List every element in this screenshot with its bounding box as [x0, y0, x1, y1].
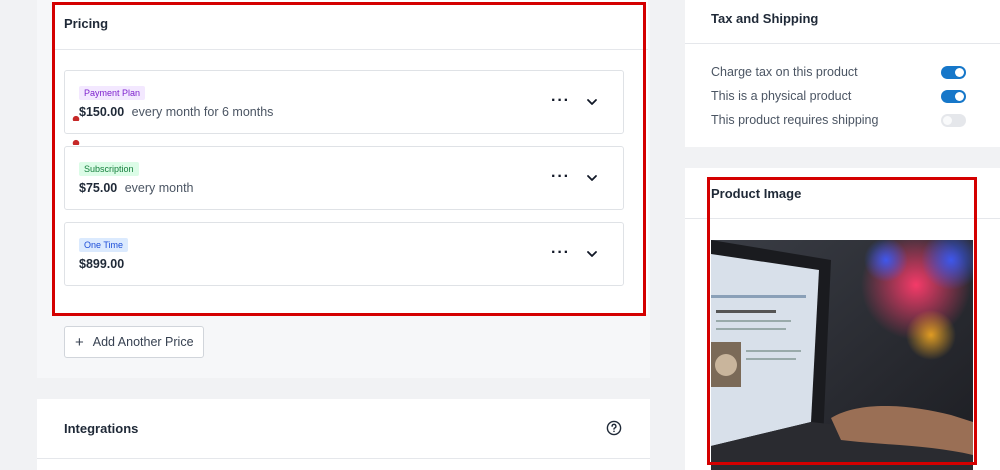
more-horizontal-icon[interactable]: ··· [551, 245, 570, 261]
plus-icon: + [75, 333, 84, 351]
drag-handle-icon[interactable] [72, 139, 80, 145]
option-requires-shipping: This product requires shipping [711, 113, 971, 129]
option-label: This product requires shipping [711, 113, 879, 127]
price-row-payment-plan[interactable]: Payment Plan $150.00 every month for 6 m… [64, 70, 624, 134]
pricing-title: Pricing [52, 0, 648, 50]
price-interval: every month for 6 months [131, 105, 274, 119]
more-horizontal-icon[interactable]: ··· [551, 93, 570, 109]
option-physical-product: This is a physical product [711, 89, 971, 105]
price-badge: Payment Plan [79, 86, 146, 100]
integrations-card: Integrations [37, 399, 650, 470]
chevron-down-icon[interactable] [585, 171, 599, 185]
price-amount: $899.00 [79, 257, 125, 271]
chevron-down-icon[interactable] [585, 247, 599, 261]
product-image[interactable] [711, 240, 973, 470]
price-line: $899.00 [79, 257, 124, 271]
more-horizontal-icon[interactable]: ··· [551, 169, 570, 185]
charge-tax-toggle[interactable] [941, 66, 966, 79]
option-label: This is a physical product [711, 89, 852, 103]
price-badge: Subscription [79, 162, 139, 176]
drag-handle-icon[interactable] [72, 115, 80, 121]
requires-shipping-toggle[interactable] [941, 114, 966, 127]
price-row-one-time[interactable]: One Time $899.00 ··· [64, 222, 624, 286]
tax-shipping-title: Tax and Shipping [685, 0, 1000, 44]
price-badge: One Time [79, 238, 129, 252]
option-charge-tax: Charge tax on this product [711, 65, 971, 81]
product-image-title: Product Image [685, 168, 1000, 219]
add-another-price-label: Add Another Price [92, 335, 194, 349]
physical-product-toggle[interactable] [941, 90, 966, 103]
help-circle-icon[interactable] [606, 420, 622, 436]
add-another-price-button[interactable]: + Add Another Price [64, 326, 204, 358]
price-amount: $150.00 [79, 105, 125, 119]
integrations-title: Integrations [37, 399, 650, 459]
price-line: $75.00 every month [79, 181, 194, 195]
chevron-down-icon[interactable] [585, 95, 599, 109]
price-amount: $75.00 [79, 181, 118, 195]
price-row-subscription[interactable]: Subscription $75.00 every month ··· [64, 146, 624, 210]
price-line: $150.00 every month for 6 months [79, 105, 273, 119]
tax-shipping-card: Tax and Shipping Charge tax on this prod… [685, 0, 1000, 147]
price-interval: every month [124, 181, 194, 195]
option-label: Charge tax on this product [711, 65, 858, 79]
